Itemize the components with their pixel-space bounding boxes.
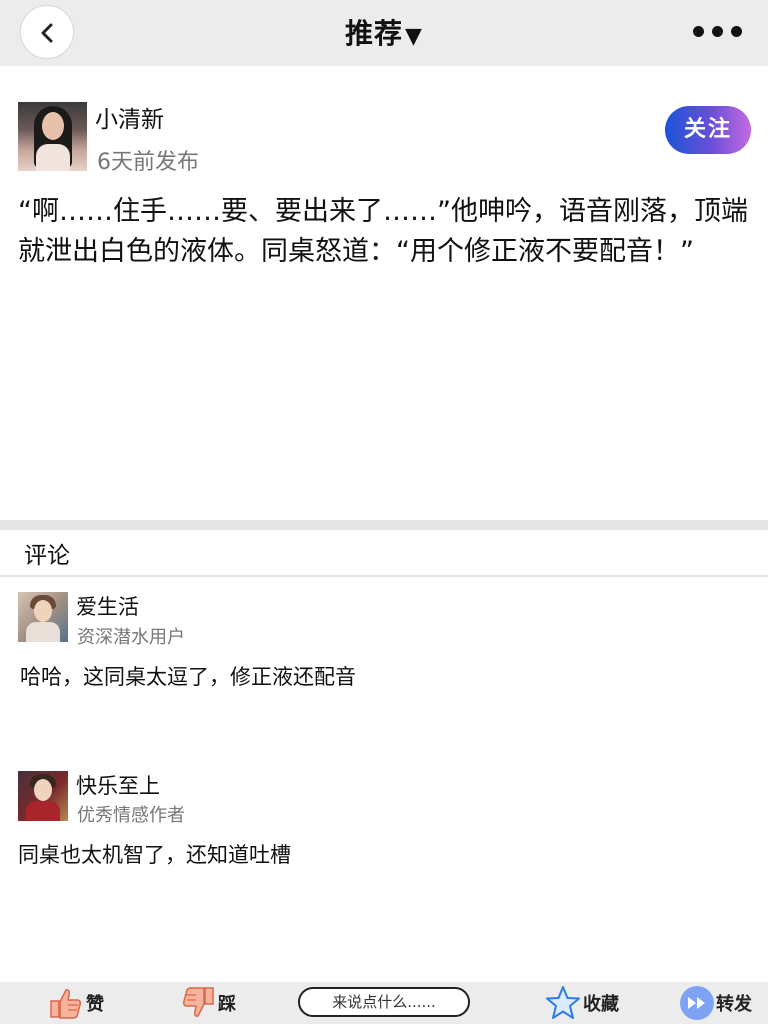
commenter-name[interactable]: 爱生活 — [76, 591, 139, 621]
commenter-avatar[interactable] — [18, 771, 68, 821]
follow-button[interactable]: 关注 — [665, 106, 751, 154]
publish-time: 6天前发布 — [97, 150, 199, 175]
forward-button[interactable]: 转发 — [680, 982, 752, 1024]
favorite-label: 收藏 — [583, 994, 619, 1015]
dropdown-caret-icon: ▼ — [405, 24, 423, 49]
comment-input[interactable]: 来说点什么...... — [298, 987, 470, 1017]
post-content: “啊……住手……要、要出来了……”他呻吟，语音刚落，顶端就泄出白色的液体。同桌怒… — [18, 196, 748, 267]
comment-text: 哈哈，这同桌太逗了，修正液还配音 — [20, 665, 356, 689]
favorite-button[interactable]: 收藏 — [545, 982, 619, 1024]
commenter-role: 资深潜水用户 — [77, 627, 185, 648]
thumbs-up-icon — [50, 989, 81, 1019]
more-dot-icon — [731, 26, 742, 37]
more-dot-icon — [712, 26, 723, 37]
page-title: 推荐 — [345, 17, 404, 50]
dislike-label: 踩 — [218, 994, 236, 1015]
comments-heading: 评论 — [24, 543, 70, 569]
commenter-name[interactable]: 快乐至上 — [76, 770, 160, 800]
thumbs-down-icon — [183, 987, 214, 1017]
author-avatar[interactable] — [18, 102, 87, 171]
more-dot-icon — [693, 26, 704, 37]
like-button[interactable]: 赞 — [48, 982, 104, 1024]
top-bar: 推荐▼ — [0, 0, 768, 66]
commenter-role: 优秀情感作者 — [77, 805, 185, 826]
commenter-avatar[interactable] — [18, 592, 68, 642]
section-divider — [0, 520, 768, 530]
author-name[interactable]: 小清新 — [95, 100, 164, 134]
more-options-button[interactable] — [690, 22, 754, 42]
feed-selector[interactable]: 推荐▼ — [0, 12, 768, 52]
comments-divider — [0, 575, 768, 577]
comment-text: 同桌也太机智了，还知道吐槽 — [18, 843, 291, 867]
forward-label: 转发 — [716, 994, 752, 1015]
like-label: 赞 — [86, 994, 104, 1015]
star-icon — [546, 986, 580, 1019]
fast-forward-icon — [680, 986, 714, 1020]
dislike-button[interactable]: 踩 — [180, 982, 236, 1024]
bottom-action-bar: 赞 踩 来说点什么...... 收藏 转发 — [0, 982, 768, 1024]
